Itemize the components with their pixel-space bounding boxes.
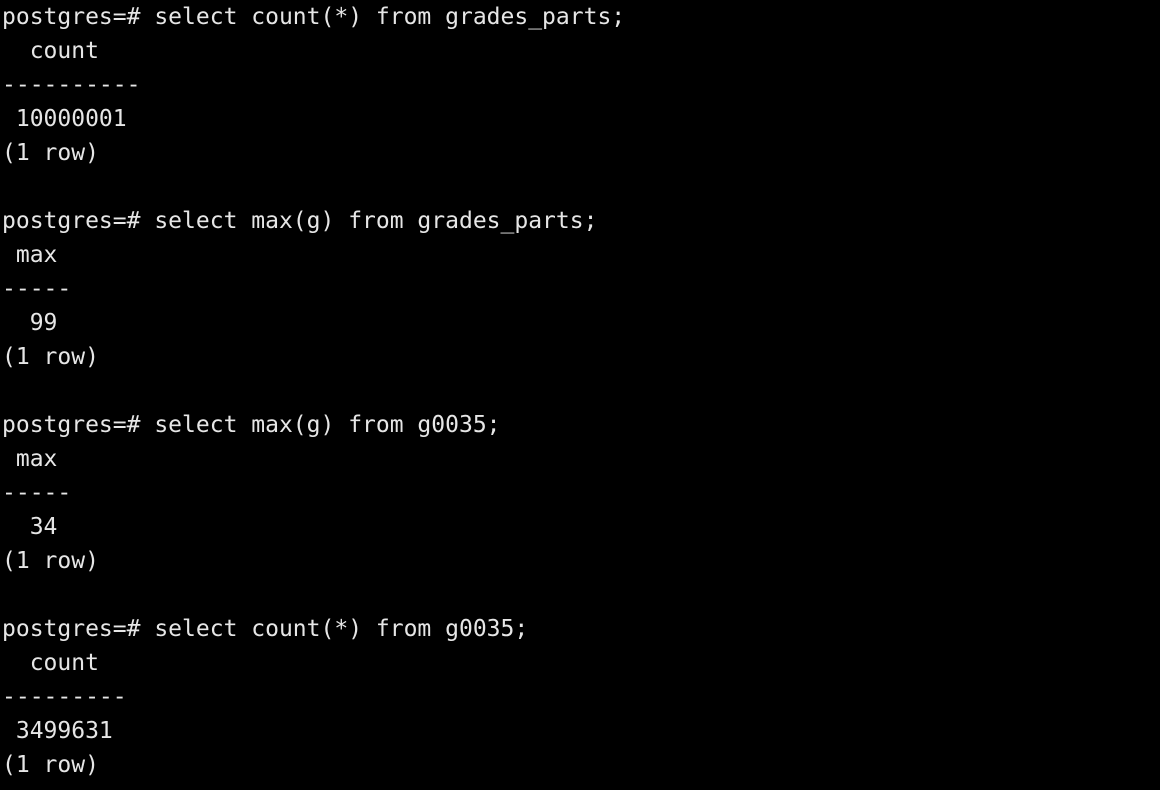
shell-prompt: postgres=# [2,208,155,234]
sql-command: select count(*) from grades_parts; [154,4,626,30]
row-count: (1 row) [2,752,99,778]
row-count: (1 row) [2,140,99,166]
result-separator: ---------- [2,72,141,98]
result-separator: ----- [2,276,72,302]
terminal-window[interactable]: postgres=# select count(*) from grades_p… [0,0,1160,790]
sql-command: select max(g) from grades_parts; [154,208,598,234]
result-separator: ----- [2,480,72,506]
command-line: postgres=# select max(g) from g0035; [2,408,1160,442]
result-header: max [2,242,58,268]
result-header: count [2,38,99,64]
result-header: max [2,446,58,472]
result-value: 10000001 [2,106,127,132]
shell-prompt: postgres=# [2,4,155,30]
result-header: count [2,650,99,676]
sql-command: select max(g) from g0035; [154,412,501,438]
row-count: (1 row) [2,344,99,370]
result-value: 99 [2,310,58,336]
sql-command: select count(*) from g0035; [154,616,529,642]
row-count: (1 row) [2,548,99,574]
command-line: postgres=# select max(g) from grades_par… [2,204,1160,238]
command-line: postgres=# select count(*) from g0035; [2,612,1160,646]
shell-prompt: postgres=# [2,616,155,642]
result-value: 3499631 [2,718,113,744]
shell-prompt: postgres=# [2,412,155,438]
command-line: postgres=# select count(*) from grades_p… [2,0,1160,34]
result-separator: --------- [2,684,127,710]
result-value: 34 [2,514,58,540]
